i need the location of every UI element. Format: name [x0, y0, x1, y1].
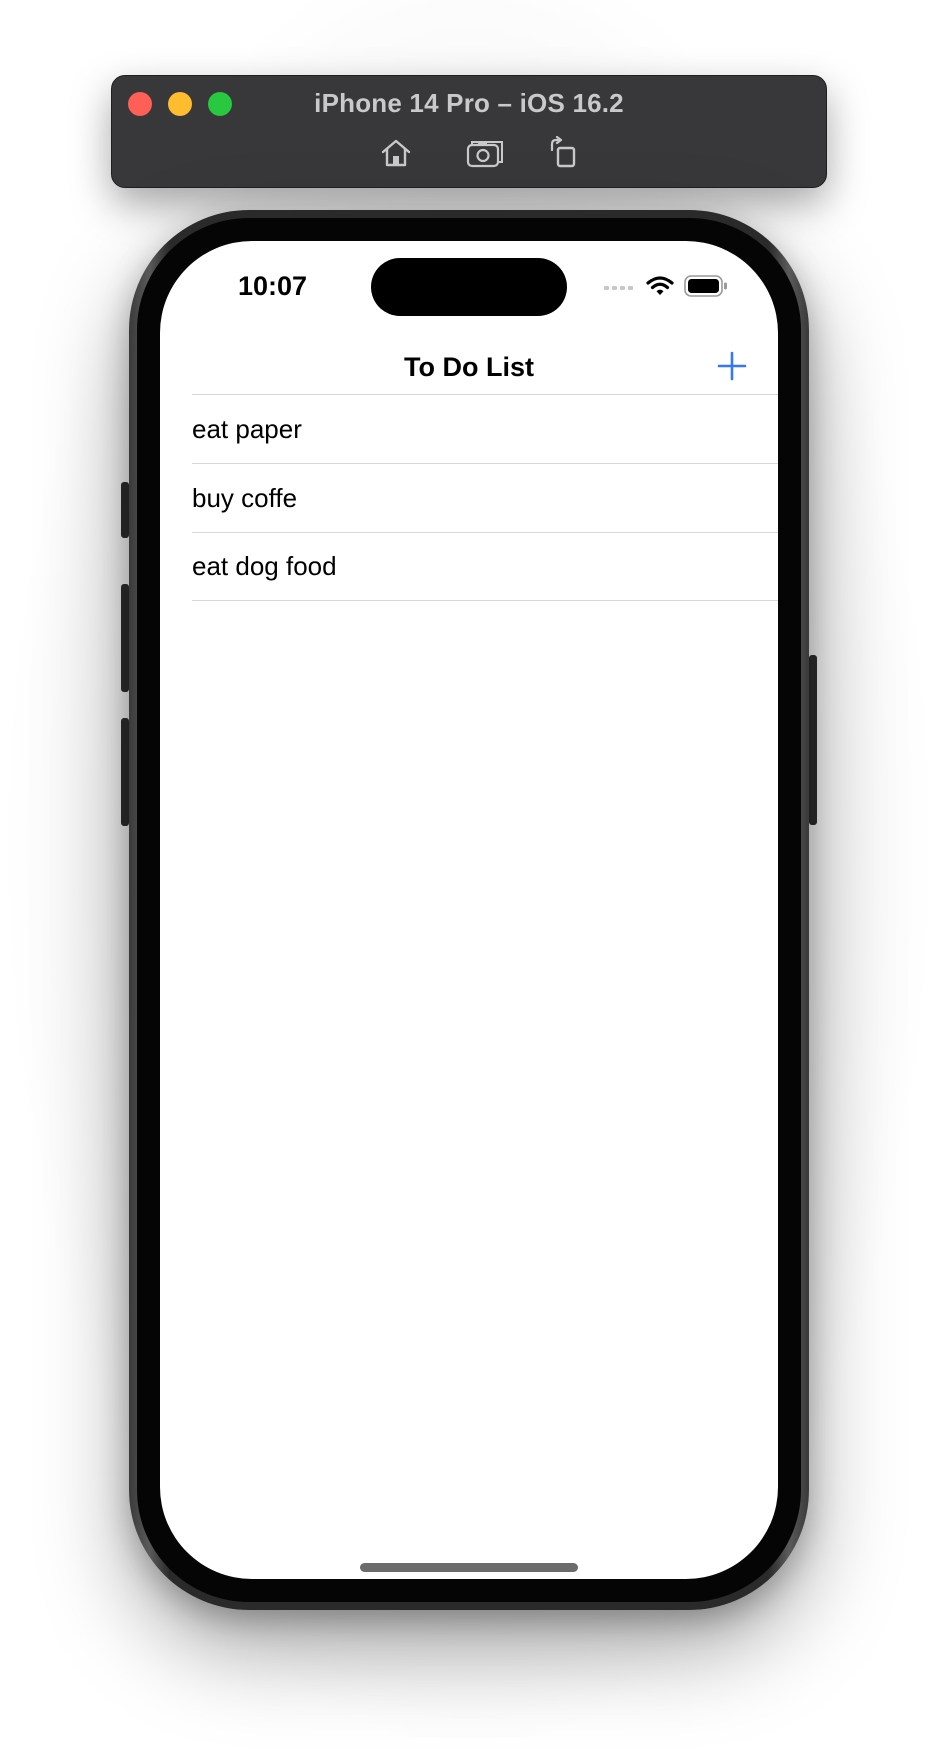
home-icon: [381, 139, 411, 167]
power-button: [809, 655, 817, 825]
rotate-icon: [550, 136, 576, 168]
todo-item[interactable]: eat paper: [192, 394, 778, 463]
todo-item[interactable]: buy coffe: [192, 463, 778, 532]
volume-down-button: [121, 718, 129, 826]
dynamic-island: [371, 258, 567, 316]
todo-item-label: buy coffe: [192, 482, 298, 513]
add-item-button[interactable]: [714, 348, 750, 384]
volume-up-button: [121, 584, 129, 692]
todo-item[interactable]: eat dog food: [192, 532, 778, 601]
rotate-button[interactable]: [543, 136, 583, 170]
home-button[interactable]: [376, 136, 416, 170]
todo-item-label: eat dog food: [192, 551, 337, 581]
simulator-toolbar: iPhone 14 Pro – iOS 16.2: [111, 75, 827, 188]
page-title: To Do List: [404, 352, 534, 382]
screenshot-button[interactable]: [465, 136, 505, 170]
wifi-icon: [646, 276, 674, 295]
plus-icon: [717, 351, 747, 381]
status-time: 10:07: [238, 271, 308, 301]
todo-item-label: eat paper: [192, 413, 302, 444]
navigation-bar: To Do List: [160, 336, 778, 396]
action-side-button: [121, 482, 129, 538]
simulator-title: iPhone 14 Pro – iOS 16.2: [314, 88, 624, 118]
cellular-icon: [604, 286, 633, 290]
status-icons: [604, 275, 728, 297]
todo-list: eat paper buy coffe eat dog food: [160, 394, 778, 601]
phone-screen: 10:07 To Do List eat paper buy coffe eat…: [160, 241, 778, 1579]
battery-icon: [684, 275, 727, 297]
simulator-stage: iPhone 14 Pro – iOS 16.2 10:07 To Do Lis…: [0, 0, 938, 1762]
screenshot-icon: [466, 141, 503, 168]
home-indicator[interactable]: [360, 1563, 578, 1572]
